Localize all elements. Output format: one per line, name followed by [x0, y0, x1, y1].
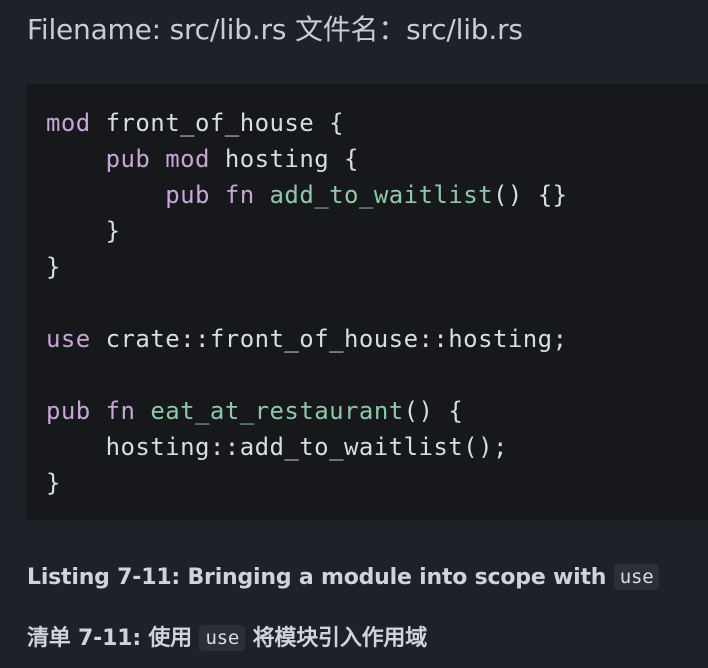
- code-token: mod: [165, 145, 210, 173]
- code-token: fn: [224, 181, 255, 209]
- caption-zh-text-before: 清单 7-11: 使用: [27, 626, 200, 651]
- code-token: pub: [165, 181, 210, 209]
- code-token: eat_at_restaurant: [150, 397, 404, 425]
- code-line: pub fn add_to_waitlist() {}: [46, 177, 708, 213]
- code-token: crate::front_of_house::hosting;: [90, 325, 568, 353]
- caption-zh-text-after: 将模块引入作用域: [245, 626, 428, 651]
- code-token: () {: [403, 397, 464, 425]
- caption-en-text: Listing 7-11: Bringing a module into sco…: [27, 565, 614, 590]
- code-token: front_of_house {: [90, 109, 344, 137]
- code-token: }: [46, 217, 121, 245]
- code-line: }: [46, 249, 708, 285]
- code-line: }: [46, 465, 708, 501]
- code-token: }: [46, 469, 61, 497]
- code-token: fn: [105, 397, 136, 425]
- code-token: }: [46, 253, 61, 281]
- code-token: mod: [46, 109, 91, 137]
- code-token: pub: [46, 397, 91, 425]
- code-line: }: [46, 213, 708, 249]
- caption-zh-inline-code: use: [199, 625, 246, 651]
- code-listing: mod front_of_house { pub mod hosting { p…: [46, 105, 708, 501]
- code-token: pub: [105, 145, 151, 173]
- code-line: hosting::add_to_waitlist();: [46, 429, 708, 465]
- code-token: () {}: [493, 181, 568, 209]
- listing-caption-en: Listing 7-11: Bringing a module into sco…: [27, 561, 660, 595]
- caption-en-inline-code: use: [613, 564, 660, 590]
- filename-label: Filename: src/lib.rs 文件名：src/lib.rs: [27, 13, 523, 46]
- code-line: pub mod hosting {: [46, 141, 708, 177]
- code-token: add_to_waitlist: [269, 181, 494, 209]
- code-block: mod front_of_house { pub mod hosting { p…: [26, 84, 708, 520]
- code-line: mod front_of_house {: [46, 105, 708, 141]
- code-line: pub fn eat_at_restaurant() {: [46, 393, 708, 429]
- code-token: hosting::add_to_waitlist();: [46, 433, 508, 461]
- listing-caption-zh: 清单 7-11: 使用 use 将模块引入作用域: [27, 622, 427, 656]
- code-line: use crate::front_of_house::hosting;: [46, 321, 708, 357]
- code-token: use: [46, 325, 91, 353]
- code-token: hosting {: [209, 145, 359, 173]
